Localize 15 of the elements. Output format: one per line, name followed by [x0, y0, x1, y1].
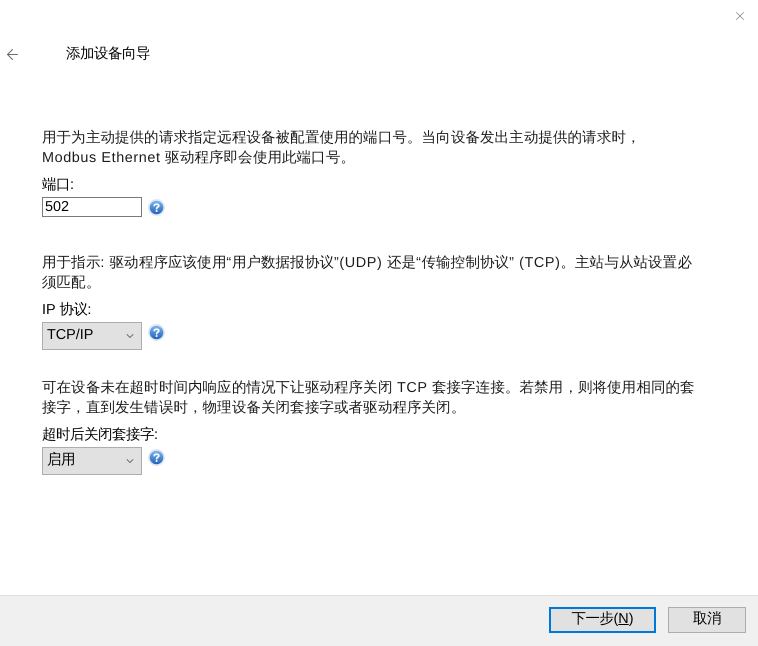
port-input-field[interactable]: 502: [42, 197, 142, 217]
field-label: 端口:: [42, 176, 74, 195]
description-text: 用于为主动提供的请求指定远程设备被配置使用的端口号。当向设备发出主动提供的请求时，Modbus Ethernet 驱动程序即会使用此端口号。: [42, 128, 642, 168]
help-icon[interactable]: [148, 449, 165, 466]
dropdown[interactable]: 启用: [42, 447, 142, 475]
description-text: 用于指示: 驱动程序应该使用“用户数据报协议”(UDP) 还是“传输控制协议” (TCP)。主站与从站设置必须匹配。: [42, 254, 693, 293]
next-button[interactable]: 下一步(N): [549, 607, 656, 633]
field-label: 超时后关闭套接字:: [42, 426, 158, 445]
dropdown[interactable]: TCP/IP: [42, 322, 142, 350]
wizard-title: 添加设备向导: [66, 45, 150, 64]
field-label: IP 协议:: [42, 300, 92, 320]
description-text: 可在设备未在超时时间内响应的情况下让驱动程序关闭 TCP 套接字连接。若禁用，则将使用相同的套接字，直到发生错误时，物理设备关闭套接字或者驱动程序关闭。: [42, 378, 696, 418]
help-icon[interactable]: [148, 199, 165, 216]
help-icon[interactable]: [148, 324, 165, 341]
cancel-button[interactable]: 取消: [668, 607, 746, 633]
